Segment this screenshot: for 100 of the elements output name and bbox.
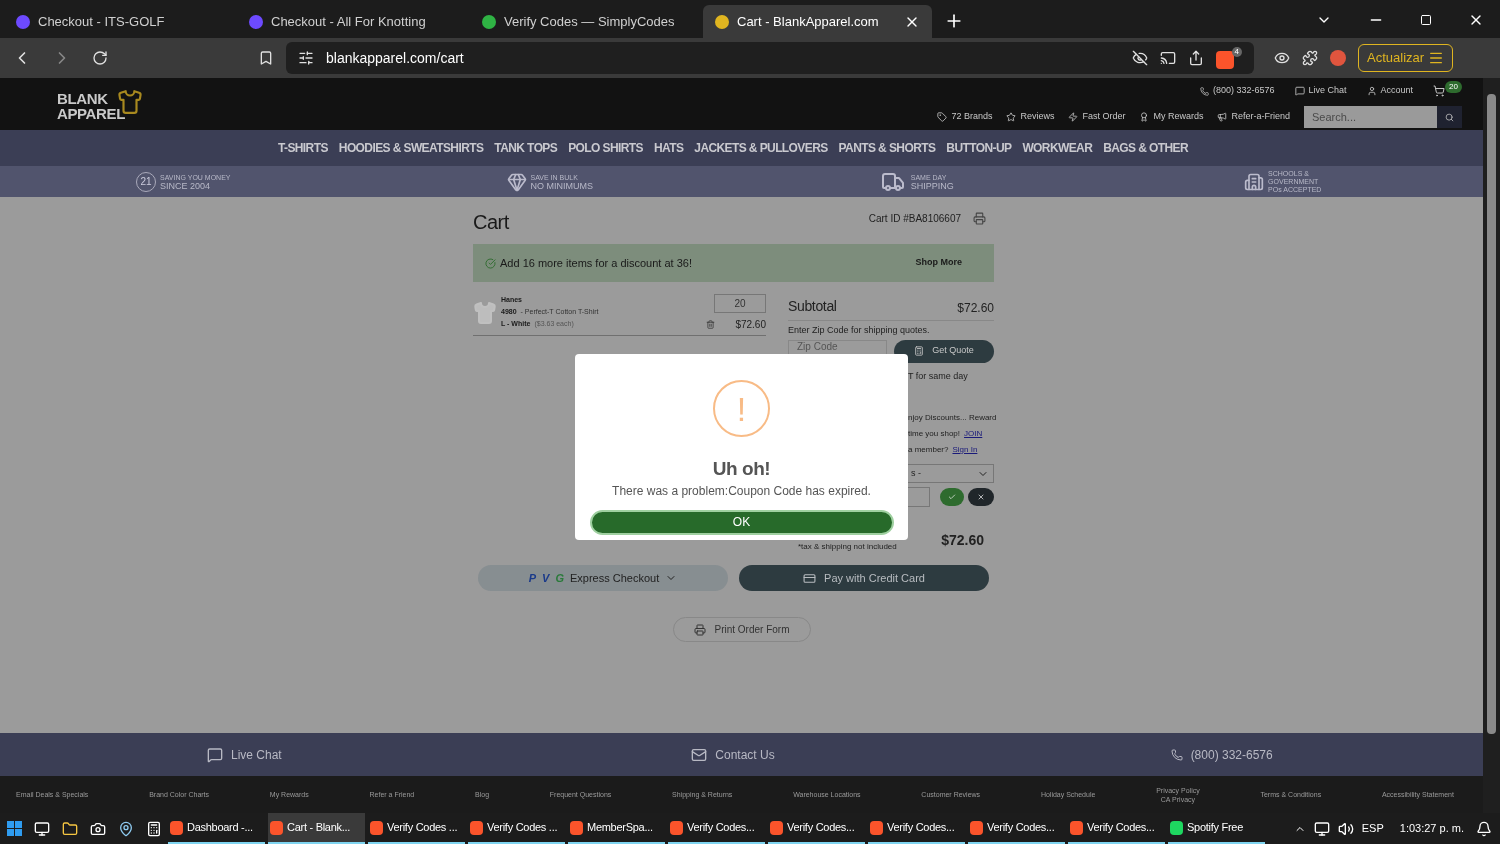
header-link[interactable]: Fast Order <box>1082 110 1126 124</box>
nav-link[interactable]: PANTS & SHORTS <box>838 139 936 157</box>
payment-mark: P <box>528 570 537 586</box>
site-icon <box>482 14 496 29</box>
credit-card-icon <box>803 571 817 585</box>
clock[interactable]: 1:03:27 p. m. <box>1399 820 1464 837</box>
shop-more-link[interactable]: Shop More <box>915 256 982 270</box>
taskbar-app[interactable]: MemberSpa... <box>568 813 665 844</box>
nav-link[interactable]: HATS <box>653 139 684 157</box>
join-link[interactable]: JOIN <box>964 428 983 440</box>
taskbar-app[interactable]: Spotify Free <box>1168 813 1265 844</box>
location-icon[interactable] <box>118 820 134 837</box>
trash-icon[interactable] <box>706 320 716 329</box>
check-circle-icon <box>485 257 496 269</box>
calculator-icon[interactable] <box>146 820 162 837</box>
bookmark-icon[interactable] <box>258 50 274 66</box>
rewards-text: njoy Discounts... Reward <box>907 412 994 424</box>
phone-icon <box>1170 748 1183 761</box>
folder-icon[interactable] <box>62 820 78 837</box>
warning-icon: ! <box>713 380 770 437</box>
taskbar-app[interactable]: Verify Codes ... <box>368 813 465 844</box>
nav-link[interactable]: TANK TOPS <box>494 139 558 157</box>
item-price: $72.60 <box>735 318 766 332</box>
nav-link[interactable]: BUTTON-UP <box>946 139 1012 157</box>
taskbar-app[interactable]: Verify Codes... <box>1068 813 1165 844</box>
volume-icon[interactable] <box>1337 820 1354 837</box>
get-quote-button[interactable]: Get Quote <box>894 339 994 363</box>
cast-icon[interactable] <box>1160 50 1176 66</box>
footer-link[interactable]: (800) 332-6576 <box>1190 745 1273 764</box>
taskbar-app[interactable]: Verify Codes... <box>768 813 865 844</box>
header-link[interactable]: 72 Brands <box>951 110 993 124</box>
chat-icon <box>1294 86 1305 96</box>
browser-tab[interactable]: Verify Codes — SimplyCodes <box>470 5 699 38</box>
calculator-icon <box>914 346 925 356</box>
share-icon[interactable] <box>1188 50 1204 66</box>
nav-link[interactable]: HOODIES & SWEATSHIRTS <box>338 139 484 157</box>
lightning-icon <box>1068 112 1079 122</box>
notification-icon[interactable] <box>1476 820 1492 837</box>
nav-link[interactable]: JACKETS & PULLOVERS <box>694 139 828 157</box>
megaphone-icon <box>1217 112 1228 122</box>
sign-in-link[interactable]: Sign In <box>952 444 978 456</box>
search-icon <box>1445 112 1454 122</box>
site-icon <box>249 14 263 29</box>
maximize-icon[interactable] <box>1420 14 1432 26</box>
remove-button[interactable] <box>967 488 994 506</box>
update-button[interactable]: Actualizar <box>1358 44 1454 72</box>
footer-link[interactable]: Live Chat <box>230 745 282 764</box>
tag-icon <box>937 112 948 122</box>
search-field[interactable]: Search... <box>1304 106 1437 128</box>
header-link[interactable]: My Rewards <box>1153 110 1204 124</box>
payment-mark: G <box>555 570 564 586</box>
taskbar-app[interactable]: Verify Codes... <box>868 813 965 844</box>
task-view-icon[interactable] <box>34 820 50 837</box>
browser-tab[interactable]: Checkout - All For Knotting <box>237 5 466 38</box>
logo-text[interactable]: BLANK APPAREL <box>57 91 125 121</box>
menu-icon <box>1428 50 1445 66</box>
taskbar-app[interactable]: Verify Codes ... <box>468 813 565 844</box>
nav-link[interactable]: T-SHIRTS <box>277 139 328 157</box>
chat-icon <box>206 746 223 763</box>
live-chat-link[interactable]: Live Chat <box>1308 84 1347 98</box>
taskbar-app[interactable]: Verify Codes... <box>968 813 1065 844</box>
medal-icon <box>1139 112 1150 122</box>
printer-icon <box>694 623 707 636</box>
reload-icon[interactable] <box>92 50 108 66</box>
header-link[interactable]: Refer-a-Friend <box>1231 110 1290 124</box>
quantity-field[interactable]: 20 <box>714 294 766 313</box>
language-indicator[interactable]: ESP <box>1361 820 1384 837</box>
ok-button[interactable]: OK <box>589 509 894 535</box>
subtotal-label: Subtotal <box>788 297 837 316</box>
site-settings-icon[interactable] <box>298 50 314 66</box>
nav-link[interactable]: WORKWEAR <box>1022 139 1093 157</box>
network-icon[interactable] <box>1313 820 1330 837</box>
search-button[interactable] <box>1437 106 1462 128</box>
camera-icon[interactable] <box>90 820 106 837</box>
profile-avatar[interactable] <box>1330 50 1346 66</box>
taskbar-app[interactable]: Cart - Blank... <box>268 813 365 844</box>
account-menu[interactable]: Account <box>1380 84 1414 98</box>
shipping-note: T for same day <box>907 369 969 383</box>
cart-icon[interactable] <box>1433 85 1446 97</box>
pay-card-button[interactable]: Pay with Credit Card <box>739 565 989 591</box>
cart-count-badge: 20 <box>1445 81 1462 93</box>
rewards-text: time you shop! <box>908 428 961 440</box>
footer-link[interactable]: Contact Us <box>715 745 775 764</box>
header-link[interactable]: Reviews <box>1020 110 1055 124</box>
subtotal-amount: $72.60 <box>957 300 994 317</box>
address-bar[interactable]: blankapparel.com/cart 4 <box>286 42 1254 74</box>
nav-link[interactable]: POLO SHIRTS <box>568 139 643 157</box>
print-icon[interactable] <box>973 211 986 225</box>
banner-text: SINCE 2004 <box>159 181 211 190</box>
phone-link[interactable]: (800) 332-6576 <box>1213 84 1275 98</box>
taskbar-app[interactable]: Verify Codes... <box>668 813 765 844</box>
taskbar-app[interactable]: Dashboard -... <box>168 813 265 844</box>
close-icon <box>976 493 985 501</box>
nav-link[interactable]: BAGS & OTHER <box>1103 139 1189 157</box>
express-checkout-button[interactable]: P V G Express Checkout <box>478 565 728 591</box>
browser-tab[interactable]: Checkout - ITS-GOLF <box>4 5 233 38</box>
dialog-message: There was a problem:Coupon Code has expired. <box>612 482 871 500</box>
browser-tab[interactable]: Cart - BlankApparel.com <box>703 5 932 38</box>
rewards-text: a member? <box>908 444 949 456</box>
extensions-icon[interactable] <box>1302 50 1318 66</box>
